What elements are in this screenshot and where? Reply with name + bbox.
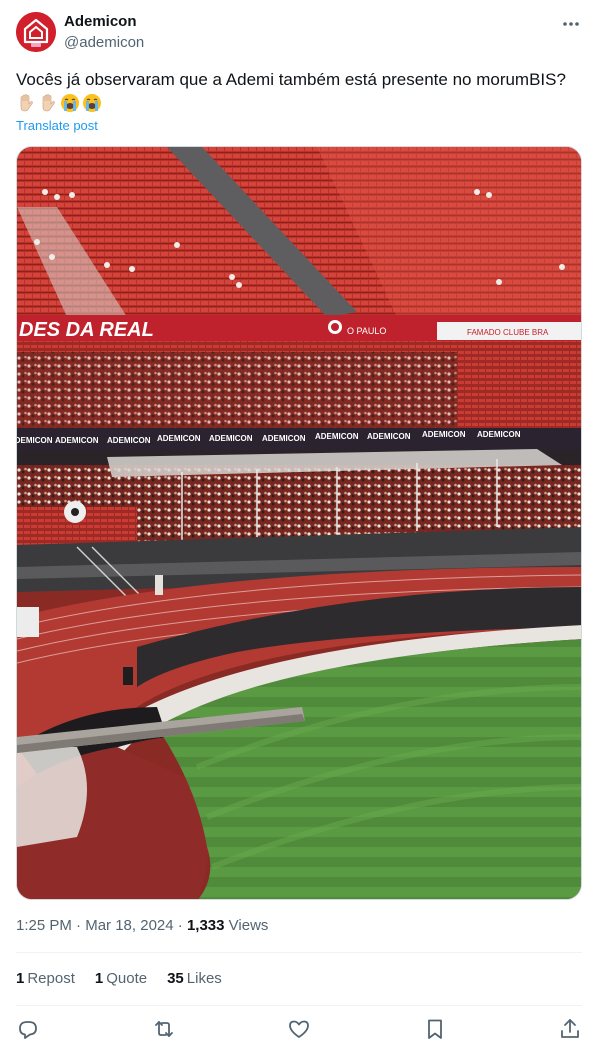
post-stats: 1 Repost 1 Quote 35 Likes	[16, 969, 222, 989]
reposts-label: Repost	[27, 970, 75, 987]
quotes-count: 1	[94, 970, 104, 987]
bookmark-icon[interactable]	[423, 1017, 447, 1041]
quotes-stat[interactable]: 1 Quote	[95, 969, 147, 989]
loudly-crying-emoji	[83, 94, 101, 112]
post-text: Vocês já observaram que a Ademi também e…	[16, 70, 566, 89]
author-names: Ademicon @ademicon	[64, 12, 144, 53]
banner-right-text: FAMADO CLUBE BRA	[467, 328, 549, 337]
banner-small-text: O PAULO	[347, 326, 386, 336]
svg-text:ADEMICON: ADEMICON	[315, 432, 359, 441]
svg-text:ADEMICON: ADEMICON	[107, 436, 151, 445]
post-photo[interactable]: DES DA REAL O PAULO FAMADO CLUBE BRA ADE…	[16, 146, 582, 900]
quotes-label: Quote	[106, 970, 148, 987]
divider	[16, 952, 582, 953]
reply-icon[interactable]	[16, 1017, 40, 1041]
likes-count: 35	[167, 970, 184, 987]
meta-separator: ·	[177, 917, 183, 934]
likes-stat[interactable]: 35 Likes	[167, 969, 222, 989]
svg-text:ADEMICON: ADEMICON	[55, 436, 99, 445]
loudly-crying-emoji	[61, 94, 79, 112]
translate-post-link[interactable]: Translate post	[16, 117, 98, 134]
views-label: Views	[228, 917, 269, 934]
post-date[interactable]: Mar 18, 2024	[85, 917, 173, 934]
likes-label: Likes	[186, 970, 222, 987]
post-header: Ademicon @ademicon	[16, 12, 582, 56]
post-emojis	[16, 92, 102, 114]
svg-text:ADEMICON: ADEMICON	[422, 430, 466, 439]
svg-text:ADEMICON: ADEMICON	[262, 434, 306, 443]
raised-hand-emoji	[42, 94, 55, 112]
share-icon[interactable]	[558, 1017, 582, 1041]
reposts-stat[interactable]: 1 Repost	[16, 969, 75, 989]
svg-text:ADEMICON: ADEMICON	[209, 434, 253, 443]
author-display-name[interactable]: Ademicon	[64, 12, 144, 32]
ademicon-logo-icon	[16, 12, 56, 52]
action-bar	[16, 1017, 582, 1041]
post-meta: 1:25 PM · Mar 18, 2024 · 1,333 Views	[16, 916, 268, 936]
avatar[interactable]	[16, 12, 56, 52]
meta-separator: ·	[76, 917, 82, 934]
repost-icon[interactable]	[152, 1017, 176, 1041]
svg-text:ADEMICON: ADEMICON	[157, 434, 201, 443]
views-count: 1,333	[186, 917, 225, 934]
post-time[interactable]: 1:25 PM	[16, 917, 72, 934]
svg-text:ADEMICON: ADEMICON	[367, 432, 411, 441]
reposts-count: 1	[16, 970, 25, 987]
like-icon[interactable]	[287, 1017, 311, 1041]
banner-top-text: DES DA REAL	[19, 319, 154, 341]
svg-text:ADEMICON: ADEMICON	[17, 436, 53, 445]
more-options-icon[interactable]	[560, 14, 582, 34]
raised-hand-emoji	[20, 94, 33, 112]
divider	[16, 1005, 582, 1006]
svg-text:ADEMICON: ADEMICON	[477, 430, 521, 439]
stadium-photo: DES DA REAL O PAULO FAMADO CLUBE BRA ADE…	[17, 147, 581, 899]
author-handle[interactable]: @ademicon	[64, 33, 144, 53]
